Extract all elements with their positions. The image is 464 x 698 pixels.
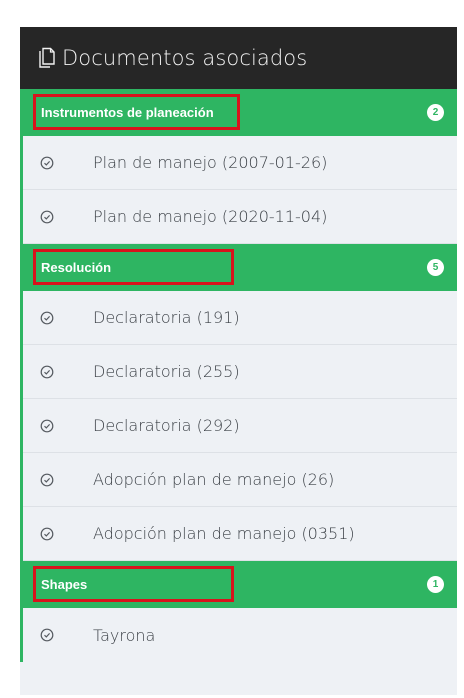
list-item[interactable]: Plan de manejo (2020-11-04)	[23, 190, 457, 244]
list-item[interactable]: Plan de manejo (2007-01-26)	[23, 136, 457, 190]
documentos-panel: Documentos asociados Instrumentos de pla…	[20, 27, 457, 695]
item-label: Adopción plan de manejo (0351)	[93, 524, 355, 543]
documents-icon	[39, 47, 55, 68]
check-circle-icon	[40, 156, 54, 169]
item-label: Plan de manejo (2020-11-04)	[93, 207, 328, 226]
group-header-resolucion[interactable]: Resolución 5	[23, 244, 457, 291]
group-header-shapes[interactable]: Shapes 1	[23, 561, 457, 608]
highlight-box: Shapes	[33, 566, 234, 602]
count-badge: 1	[427, 576, 444, 593]
group-label: Instrumentos de planeación	[41, 104, 214, 120]
count-badge: 2	[427, 104, 444, 121]
document-list: Instrumentos de planeación 2 Plan de man…	[20, 89, 457, 662]
item-label: Plan de manejo (2007-01-26)	[93, 153, 328, 172]
item-label: Adopción plan de manejo (26)	[93, 470, 335, 489]
check-circle-icon	[40, 527, 54, 540]
list-item[interactable]: Adopción plan de manejo (0351)	[23, 507, 457, 561]
check-circle-icon	[40, 473, 54, 486]
list-item[interactable]: Adopción plan de manejo (26)	[23, 453, 457, 507]
check-circle-icon	[40, 365, 54, 378]
check-circle-icon	[40, 311, 54, 324]
check-circle-icon	[40, 628, 54, 642]
item-label: Declaratoria (292)	[93, 416, 240, 435]
count-badge: 5	[427, 259, 444, 276]
group-label: Shapes	[41, 576, 88, 592]
list-item[interactable]: Declaratoria (292)	[23, 399, 457, 453]
check-circle-icon	[40, 210, 54, 223]
group-label: Resolución	[41, 259, 112, 275]
highlight-box: Resolución	[33, 249, 234, 285]
list-item[interactable]: Declaratoria (255)	[23, 345, 457, 399]
item-label: Declaratoria (255)	[93, 362, 240, 381]
highlight-box: Instrumentos de planeación	[33, 94, 240, 130]
list-item[interactable]: Declaratoria (191)	[23, 291, 457, 345]
item-label: Declaratoria (191)	[93, 308, 240, 327]
panel-header: Documentos asociados	[20, 27, 457, 89]
item-label: Tayrona	[93, 625, 156, 645]
list-item[interactable]: Tayrona	[23, 608, 457, 662]
panel-title: Documentos asociados	[62, 46, 308, 70]
group-header-instrumentos[interactable]: Instrumentos de planeación 2	[23, 89, 457, 136]
check-circle-icon	[40, 419, 54, 432]
